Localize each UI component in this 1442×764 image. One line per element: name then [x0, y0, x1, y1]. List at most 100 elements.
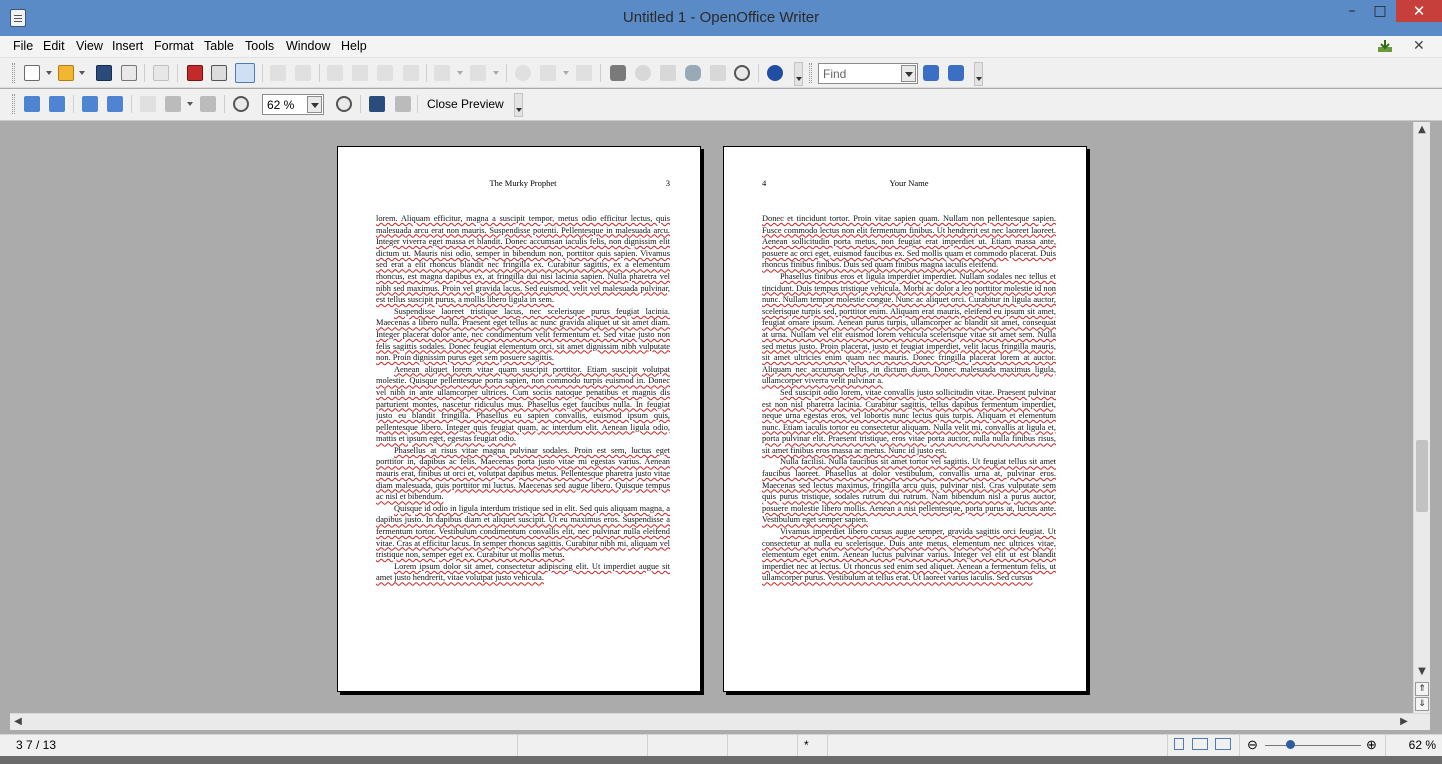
undo-icon[interactable]: [434, 65, 450, 81]
toolbar-separator: [600, 64, 601, 82]
menu-format[interactable]: Format: [154, 39, 194, 53]
menu-edit[interactable]: Edit: [43, 39, 65, 53]
first-page-icon[interactable]: [82, 96, 98, 112]
data-sources-icon[interactable]: [685, 65, 701, 81]
toolbar-grip[interactable]: [12, 94, 15, 114]
previous-page-icon[interactable]: [24, 96, 40, 112]
chevron-down-icon[interactable]: [307, 96, 322, 113]
zoom-out-icon[interactable]: ⊖: [1247, 737, 1258, 753]
insert-mode[interactable]: [728, 735, 798, 757]
vertical-scroll-thumb[interactable]: [1416, 440, 1428, 512]
edit-file-icon[interactable]: [153, 65, 169, 81]
email-document-icon[interactable]: [121, 65, 137, 81]
single-page-view-icon[interactable]: [1174, 738, 1184, 750]
close-window-button[interactable]: ✕: [1396, 0, 1442, 22]
toolbar-options-icon[interactable]: [794, 62, 803, 86]
previous-page-arrow-icon[interactable]: ⇑: [1415, 682, 1429, 696]
multiple-pages-dropdown-icon[interactable]: [187, 102, 193, 106]
new-dropdown-icon[interactable]: [46, 71, 52, 75]
help-icon[interactable]: [767, 65, 783, 81]
find-previous-icon[interactable]: [948, 65, 964, 81]
language[interactable]: [648, 735, 728, 757]
last-page-icon[interactable]: [107, 96, 123, 112]
formatting-marks-icon[interactable]: [710, 65, 726, 81]
menu-table[interactable]: Table: [204, 39, 234, 53]
menu-tools[interactable]: Tools: [245, 39, 274, 53]
zoom-percent[interactable]: 62 %: [1385, 735, 1442, 757]
menu-view[interactable]: View: [76, 39, 103, 53]
cut-icon[interactable]: [327, 65, 343, 81]
view-layout-group: [1168, 735, 1240, 757]
chevron-down-icon[interactable]: [901, 65, 916, 82]
redo-icon[interactable]: [470, 65, 486, 81]
print-preview-icon[interactable]: [395, 96, 411, 112]
zoom-slider-track[interactable]: [1265, 745, 1361, 746]
export-pdf-icon[interactable]: [187, 65, 203, 81]
zoom-in-icon[interactable]: [233, 96, 249, 112]
find-toolbar-options-icon[interactable]: [974, 62, 983, 86]
menu-insert[interactable]: Insert: [112, 39, 143, 53]
page-body: Donec et tincidunt tortor. Proin vitae s…: [762, 213, 1056, 655]
menu-help[interactable]: Help: [341, 39, 367, 53]
update-available-icon[interactable]: [1377, 38, 1393, 58]
undo-dropdown-icon[interactable]: [457, 71, 463, 75]
open-folder-icon[interactable]: [58, 65, 74, 81]
next-page-arrow-icon[interactable]: ⇓: [1415, 697, 1429, 711]
autospellcheck-icon[interactable]: [295, 65, 311, 81]
find-next-icon[interactable]: [923, 65, 939, 81]
book-view-icon[interactable]: [1214, 738, 1231, 750]
zoom-select[interactable]: 62 %: [262, 94, 324, 115]
show-draw-functions-icon[interactable]: [576, 65, 592, 81]
clone-formatting-icon[interactable]: [403, 65, 419, 81]
zoom-select-value: 62 %: [267, 98, 295, 112]
redo-dropdown-icon[interactable]: [493, 71, 499, 75]
preview-toolbar-options-icon[interactable]: [514, 93, 523, 117]
close-preview-button[interactable]: Close Preview: [420, 94, 511, 115]
document-modified-indicator[interactable]: *: [798, 735, 828, 757]
two-pages-icon[interactable]: [140, 96, 156, 112]
find-input[interactable]: Find: [818, 63, 918, 84]
hyperlink-icon[interactable]: [515, 65, 531, 81]
zoom-icon[interactable]: [734, 65, 750, 81]
paste-icon[interactable]: [377, 65, 393, 81]
table-dropdown-icon[interactable]: [563, 71, 569, 75]
horizontal-scrollbar[interactable]: ◀ ▶: [10, 713, 1430, 730]
page-style[interactable]: [518, 735, 648, 757]
multiple-pages-icon[interactable]: [165, 96, 181, 112]
close-document-button[interactable]: ✕: [1413, 38, 1425, 54]
minimize-button[interactable]: –: [1338, 0, 1366, 22]
save-icon[interactable]: [96, 65, 112, 81]
print-icon[interactable]: [211, 65, 227, 81]
toolbar-grip[interactable]: [12, 63, 15, 83]
next-page-icon[interactable]: [49, 96, 65, 112]
toolbar-grip[interactable]: [809, 63, 812, 83]
paragraph: Quisque id odio in ligula interdum trist…: [376, 503, 670, 560]
multi-page-view-icon[interactable]: [1192, 738, 1209, 750]
menu-window[interactable]: Window: [286, 39, 330, 53]
find-replace-icon[interactable]: [610, 65, 626, 81]
open-dropdown-icon[interactable]: [79, 71, 85, 75]
scroll-down-icon[interactable]: ▼: [1414, 664, 1430, 680]
scroll-left-icon[interactable]: ◀: [10, 714, 26, 730]
maximize-button[interactable]: □: [1366, 0, 1394, 22]
page-preview-icon[interactable]: [235, 63, 255, 83]
zoom-slider-handle[interactable]: [1286, 740, 1295, 749]
copy-icon[interactable]: [352, 65, 368, 81]
book-preview-icon[interactable]: [200, 96, 216, 112]
find-input-text: Find: [823, 67, 847, 81]
gallery-icon[interactable]: [660, 65, 676, 81]
menu-file[interactable]: File: [13, 39, 33, 53]
zoom-out-icon[interactable]: [336, 96, 352, 112]
signature-field[interactable]: [828, 735, 1168, 757]
vertical-scrollbar[interactable]: ▲ ▼ ⇑ ⇓: [1413, 122, 1430, 713]
scroll-right-icon[interactable]: ▶: [1396, 714, 1412, 730]
status-bar: 3 7 / 13 * ⊖ ⊕ 62 %: [0, 734, 1442, 757]
scroll-up-icon[interactable]: ▲: [1414, 122, 1430, 138]
page-indicator[interactable]: 3 7 / 13: [10, 735, 518, 757]
navigator-icon[interactable]: [635, 65, 651, 81]
zoom-in-icon[interactable]: ⊕: [1366, 737, 1377, 753]
new-document-icon[interactable]: [24, 65, 40, 81]
full-screen-icon[interactable]: [369, 96, 385, 112]
spelling-icon[interactable]: [270, 65, 286, 81]
table-icon[interactable]: [540, 65, 556, 81]
